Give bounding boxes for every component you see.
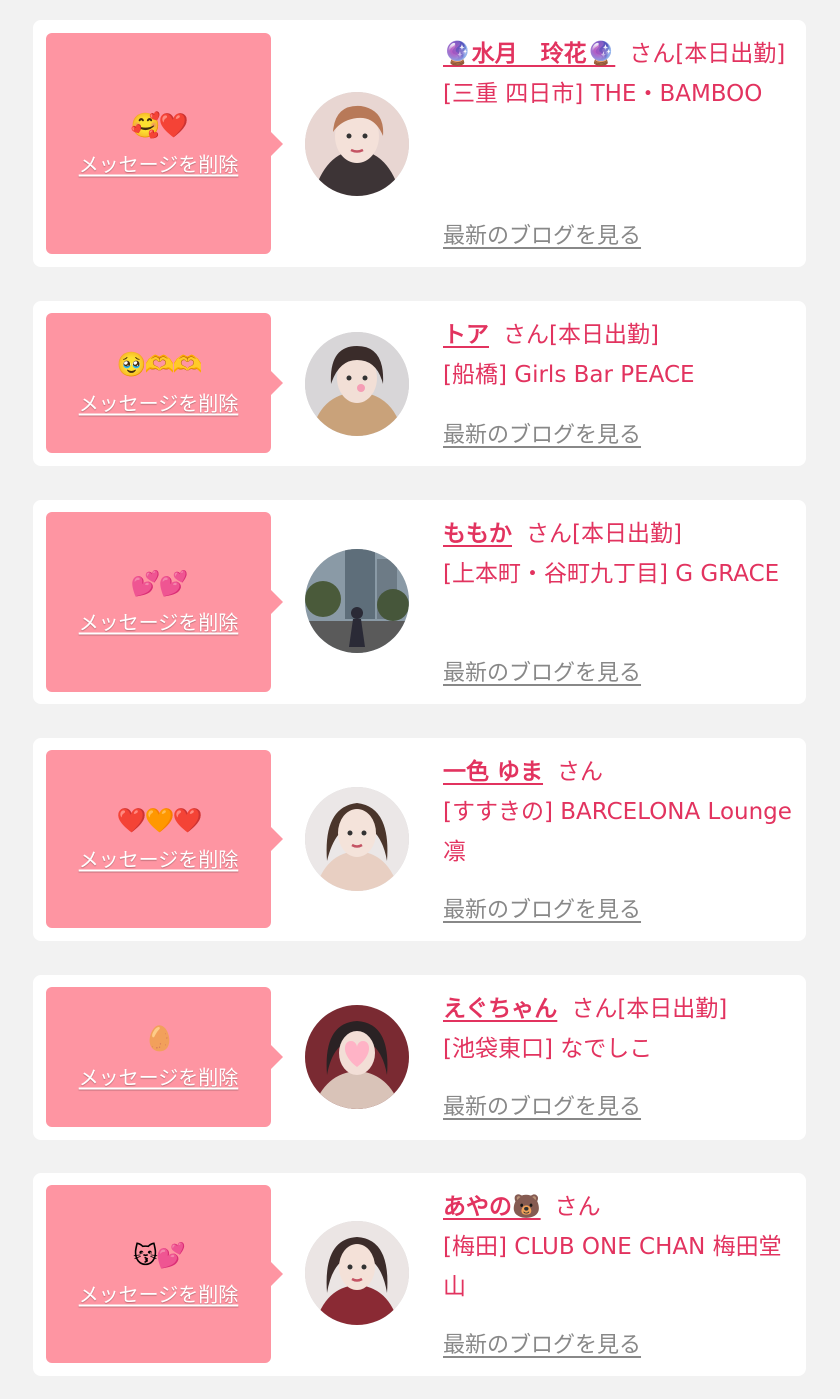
message-emoji: 😽💕 <box>133 1241 186 1270</box>
message-card: 🥹🫶🫶 メッセージを削除 トア さん[本日出勤] [船橋] Girls Bar P… <box>33 301 806 466</box>
status-label: [本日出勤] <box>675 41 786 67</box>
delete-message-link[interactable]: メッセージを削除 <box>79 148 239 177</box>
shop-label: [上本町・谷町九丁目] G GRACE <box>443 561 780 587</box>
view-blog-link[interactable]: 最新のブログを見る <box>443 1327 641 1359</box>
view-blog-link[interactable]: 最新のブログを見る <box>443 417 641 449</box>
honorific: さん <box>629 41 676 67</box>
sender-name-link[interactable]: ももか <box>443 521 512 547</box>
sender-info: あやの🐻 さん [梅田] CLUB ONE CHAN 梅田堂山 <box>443 1187 793 1307</box>
shop-label: [すすきの] BARCELONA Lounge 凛 <box>443 799 792 865</box>
sender-name-link[interactable]: トア <box>443 322 489 348</box>
message-card: ❤️🧡❤️ メッセージを削除 一色 ゆま さん [すすきの] BARCELONA … <box>33 738 806 941</box>
sender-info: えぐちゃん さん[本日出勤] [池袋東口] なでしこ <box>443 989 793 1069</box>
message-emoji: ❤️🧡❤️ <box>116 806 203 835</box>
message-list: 🥰❤️ メッセージを削除 🔮水月 玲花🔮 さん[本日出勤] [三重 四日市] TH… <box>0 0 840 1399</box>
message-emoji: 💕💕 <box>130 569 189 598</box>
status-label: [本日出勤] <box>617 996 728 1022</box>
status-label: [本日出勤] <box>572 521 682 547</box>
honorific: さん <box>554 1194 601 1220</box>
sender-name-link[interactable]: えぐちゃん <box>443 996 557 1022</box>
avatar[interactable] <box>305 332 409 436</box>
message-bubble: 🥰❤️ メッセージを削除 <box>46 33 283 254</box>
message-card: 😽💕 メッセージを削除 あやの🐻 さん [梅田] CLUB ONE CHAN 梅田… <box>33 1173 806 1376</box>
woman-portrait-heart-sticker-icon <box>305 1005 409 1109</box>
sender-info: ももか さん[本日出勤] [上本町・谷町九丁目] G GRACE <box>443 514 793 594</box>
honorific: さん <box>557 759 604 785</box>
message-bubble: 🥹🫶🫶 メッセージを削除 <box>46 313 283 453</box>
street-photo-icon <box>305 549 409 653</box>
sender-name-link[interactable]: 🔮水月 玲花🔮 <box>443 41 615 67</box>
honorific: さん <box>571 996 618 1022</box>
message-bubble: 💕💕 メッセージを削除 <box>46 512 283 692</box>
message-bubble: ❤️🧡❤️ メッセージを削除 <box>46 750 283 928</box>
shop-label: [三重 四日市] THE・BAMBOO <box>443 81 763 107</box>
avatar[interactable] <box>305 92 409 196</box>
message-bubble: 🥚 メッセージを削除 <box>46 987 283 1127</box>
message-emoji: 🥚 <box>144 1024 175 1053</box>
message-card: 💕💕 メッセージを削除 ももか さん[本日出勤] [上本町・谷町九丁目] G GR… <box>33 500 806 704</box>
avatar[interactable] <box>305 1221 409 1325</box>
delete-message-link[interactable]: メッセージを削除 <box>79 1062 239 1091</box>
view-blog-link[interactable]: 最新のブログを見る <box>443 1089 641 1121</box>
view-blog-link[interactable]: 最新のブログを見る <box>443 892 641 924</box>
avatar[interactable] <box>305 1005 409 1109</box>
status-label: [本日出勤] <box>549 322 659 348</box>
delete-message-link[interactable]: メッセージを削除 <box>79 1279 239 1308</box>
message-card: 🥚 メッセージを削除 えぐちゃん さん[本日出勤] [池袋東口] なでしこ 最新の… <box>33 975 806 1140</box>
avatar[interactable] <box>305 787 409 891</box>
delete-message-link[interactable]: メッセージを削除 <box>79 607 239 636</box>
delete-message-link[interactable]: メッセージを削除 <box>79 844 239 873</box>
shop-label: [船橋] Girls Bar PEACE <box>443 362 695 388</box>
message-bubble: 😽💕 メッセージを削除 <box>46 1185 283 1363</box>
message-card: 🥰❤️ メッセージを削除 🔮水月 玲花🔮 さん[本日出勤] [三重 四日市] TH… <box>33 20 806 267</box>
delete-message-link[interactable]: メッセージを削除 <box>79 388 239 417</box>
view-blog-link[interactable]: 最新のブログを見る <box>443 655 641 687</box>
woman-portrait-icon <box>305 332 409 436</box>
avatar[interactable] <box>305 549 409 653</box>
sender-name-link[interactable]: あやの🐻 <box>443 1194 541 1220</box>
sender-info: 一色 ゆま さん [すすきの] BARCELONA Lounge 凛 <box>443 752 793 872</box>
sender-info: トア さん[本日出勤] [船橋] Girls Bar PEACE <box>443 315 793 395</box>
honorific: さん <box>503 322 549 348</box>
woman-portrait-icon <box>305 787 409 891</box>
message-emoji: 🥹🫶🫶 <box>116 350 203 379</box>
sender-info: 🔮水月 玲花🔮 さん[本日出勤] [三重 四日市] THE・BAMBOO <box>443 34 793 114</box>
woman-portrait-icon <box>305 1221 409 1325</box>
sender-name-link[interactable]: 一色 ゆま <box>443 759 543 785</box>
view-blog-link[interactable]: 最新のブログを見る <box>443 218 641 250</box>
message-emoji: 🥰❤️ <box>130 111 189 139</box>
shop-label: [池袋東口] なでしこ <box>443 1036 653 1062</box>
shop-label: [梅田] CLUB ONE CHAN 梅田堂山 <box>443 1234 782 1300</box>
honorific: さん <box>526 521 572 547</box>
woman-portrait-icon <box>305 92 409 196</box>
